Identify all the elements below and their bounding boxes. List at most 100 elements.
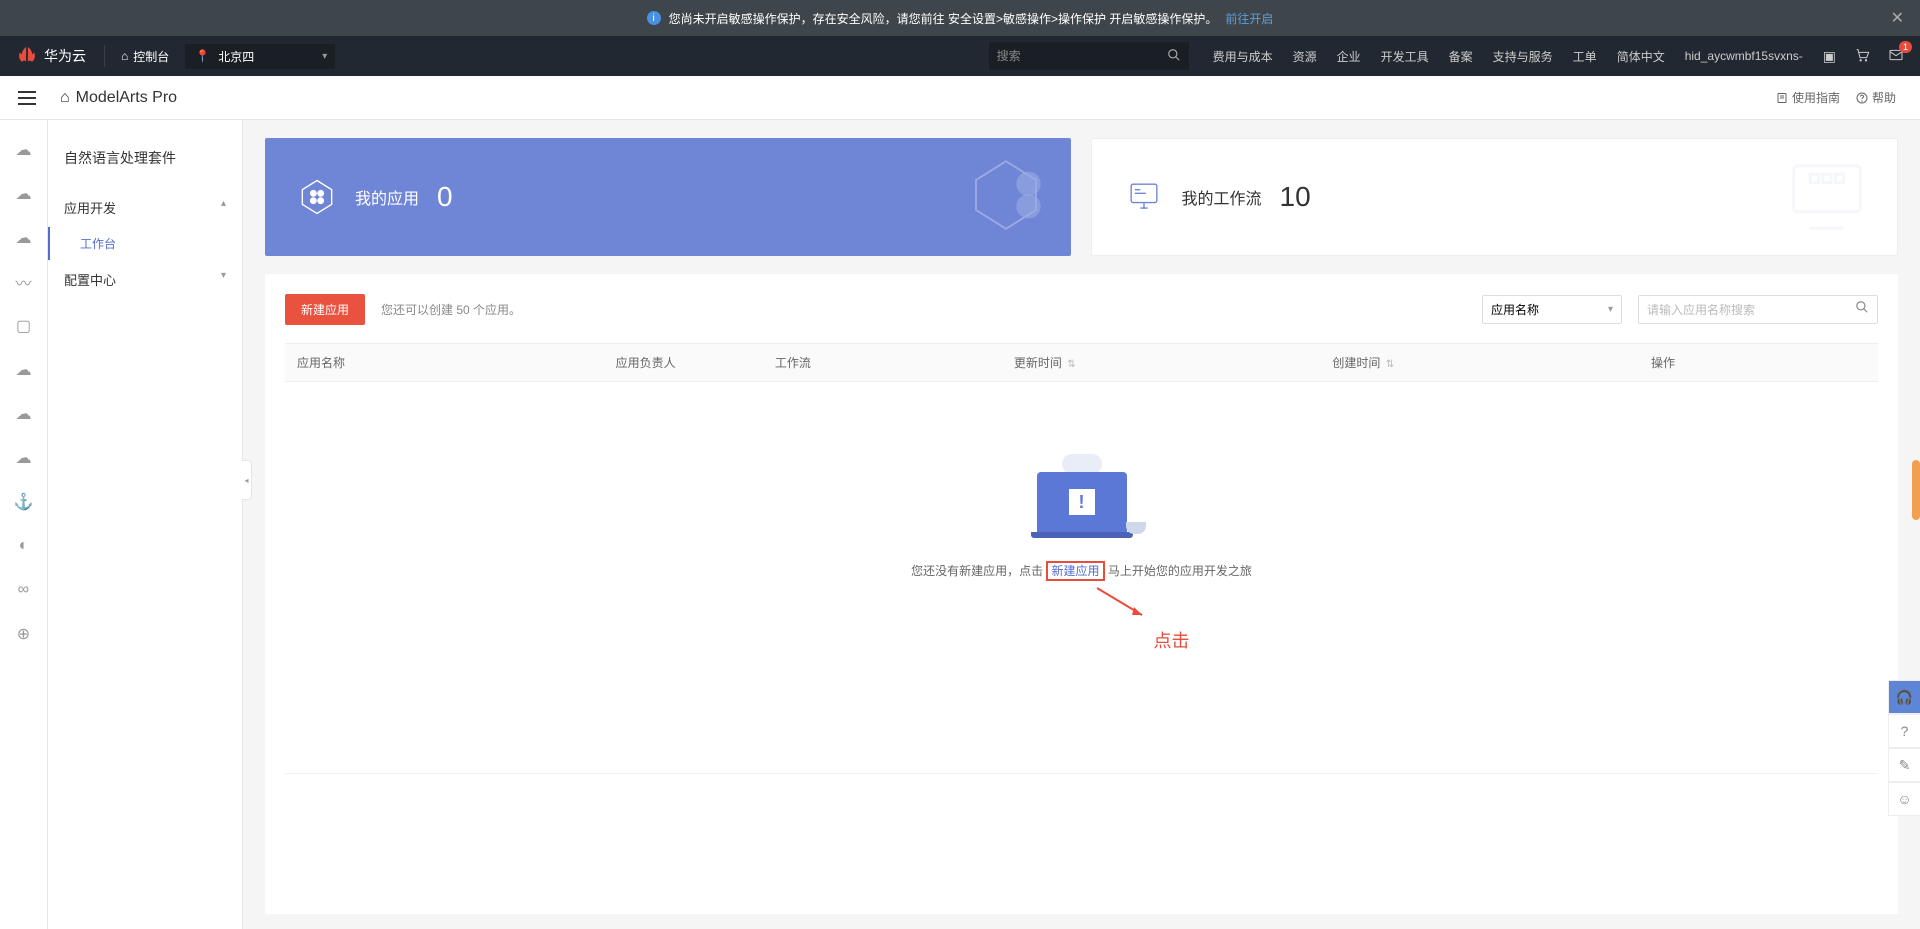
app-search-input[interactable] (1647, 303, 1855, 317)
qr-icon[interactable]: ▣ (1823, 48, 1836, 65)
empty-text-post: 马上开始您的应用开发之旅 (1108, 564, 1252, 578)
rail-icon-8[interactable]: ☁ (14, 448, 34, 468)
nav-link-ticket[interactable]: 工单 (1573, 48, 1597, 65)
sidebar-section-dev[interactable]: 应用开发 ▴ (48, 188, 242, 227)
guide-link[interactable]: 使用指南 (1776, 89, 1840, 106)
rail-icon-7[interactable]: ☁ (14, 404, 34, 424)
new-app-button[interactable]: 新建应用 (285, 294, 365, 325)
flows-icon (1122, 175, 1166, 219)
app-title-text: ModelArts Pro (76, 89, 177, 107)
col-ops[interactable]: 操作 (1639, 344, 1878, 381)
feedback-icon[interactable]: ✎ (1888, 748, 1920, 782)
annotation-arrow (1092, 583, 1152, 623)
sidebar-section-config[interactable]: 配置中心 ▾ (48, 260, 242, 299)
console-text: 控制台 (133, 48, 169, 65)
brand-logo[interactable]: 华为云 (16, 45, 105, 67)
rail-icon-6[interactable]: ☁ (14, 360, 34, 380)
console-link[interactable]: ⌂ 控制台 (105, 48, 185, 65)
nav-links: 费用与成本 资源 企业 开发工具 备案 支持与服务 工单 简体中文 hid_ay… (1213, 48, 1803, 65)
guide-icon (1776, 92, 1788, 104)
brand-text: 华为云 (44, 46, 86, 66)
nav-link-support[interactable]: 支持与服务 (1493, 48, 1553, 65)
home-icon: ⌂ (60, 89, 70, 107)
sidebar-title: 自然语言处理套件 (48, 136, 242, 188)
sort-icon: ⇅ (1386, 359, 1394, 370)
global-search[interactable] (989, 42, 1189, 70)
nav-user[interactable]: hid_aycwmbf15svxns- (1685, 49, 1803, 63)
top-nav: 华为云 ⌂ 控制台 📍 北京四 费用与成本 资源 企业 开发工具 备案 支持与服… (0, 36, 1920, 76)
nav-link-lang[interactable]: 简体中文 (1617, 48, 1665, 65)
stat-card-apps[interactable]: 我的应用 0 (265, 138, 1071, 256)
alert-text: 您尚未开启敏感操作保护，存在安全风险，请您前往 安全设置>敏感操作>操作保护 开… (669, 10, 1218, 27)
filter-select[interactable]: 应用名称 (1482, 295, 1622, 324)
col-created[interactable]: 创建时间 ⇅ (1320, 344, 1639, 381)
rail-icon-5[interactable]: ▢ (14, 316, 34, 336)
nav-link-devtools[interactable]: 开发工具 (1381, 48, 1429, 65)
apps-count: 0 (437, 181, 453, 213)
create-hint: 您还可以创建 50 个应用。 (381, 301, 521, 318)
nav-link-enterprise[interactable]: 企业 (1337, 48, 1361, 65)
chevron-down-icon: ▾ (221, 270, 226, 289)
apps-icon (295, 175, 339, 219)
rail-icon-9[interactable]: ⚓ (14, 492, 34, 512)
app-search[interactable] (1638, 295, 1878, 324)
apps-label: 我的应用 (355, 185, 419, 209)
rail-icon-12[interactable]: ⊕ (14, 624, 34, 644)
region-text: 北京四 (218, 48, 254, 65)
col-owner[interactable]: 应用负责人 (604, 344, 763, 381)
content-panel: 新建应用 您还可以创建 50 个应用。 应用名称 应用名称 应用负责人 工作流 (265, 274, 1898, 914)
search-icon[interactable] (1855, 300, 1869, 319)
col-updated[interactable]: 更新时间 ⇅ (1002, 344, 1321, 381)
alert-link[interactable]: 前往开启 (1225, 10, 1273, 27)
rail-icon-4[interactable]: 〰 (14, 272, 34, 292)
huawei-icon (16, 45, 38, 67)
menu-icon[interactable] (14, 91, 40, 105)
rail-icon-1[interactable]: ☁ (14, 140, 34, 160)
headset-icon[interactable]: 🎧 (1888, 680, 1920, 714)
col-app-name[interactable]: 应用名称 (285, 344, 604, 381)
info-icon: i (647, 11, 661, 25)
annotation-label: 点击 (465, 627, 1878, 653)
app-title: ⌂ ModelArts Pro (60, 89, 177, 107)
cart-icon[interactable] (1854, 47, 1870, 66)
mail-icon-wrap[interactable]: 1 (1888, 47, 1904, 66)
empty-text-pre: 您还没有新建应用，点击 (911, 564, 1043, 578)
deco-icon (1777, 145, 1877, 250)
sidebar-collapse[interactable]: ◂ (242, 460, 252, 500)
help-icon (1856, 92, 1868, 104)
table-header: 应用名称 应用负责人 工作流 更新时间 ⇅ 创建时间 ⇅ 操作 (285, 343, 1878, 382)
smile-icon[interactable]: ☺ (1888, 782, 1920, 816)
right-float-rail: 🎧 ? ✎ ☺ (1888, 680, 1920, 816)
search-input[interactable] (997, 49, 1181, 63)
nav-link-resource[interactable]: 资源 (1293, 48, 1317, 65)
stat-card-flows[interactable]: 我的工作流 10 (1091, 138, 1899, 256)
flows-count: 10 (1280, 181, 1311, 213)
sidebar-item-workbench[interactable]: 工作台 (48, 227, 242, 260)
flows-label: 我的工作流 (1182, 185, 1262, 209)
help-link[interactable]: 帮助 (1856, 89, 1896, 106)
deco-icon (961, 150, 1051, 245)
close-icon[interactable]: ✕ (1891, 8, 1904, 28)
separator (285, 773, 1878, 774)
empty-new-app-link[interactable]: 新建应用 (1046, 561, 1104, 581)
question-icon[interactable]: ? (1888, 714, 1920, 748)
subheader: ⌂ ModelArts Pro 使用指南 帮助 (0, 76, 1920, 120)
scroll-indicator[interactable] (1912, 460, 1920, 520)
home-icon: ⌂ (121, 49, 128, 63)
region-selector[interactable]: 📍 北京四 (185, 44, 335, 69)
empty-state: ! 您还没有新建应用，点击 新建应用 马上开始您的应用开发之旅 点击 (285, 382, 1878, 693)
rail-icon-11[interactable]: ∞ (14, 580, 34, 600)
empty-illustration: ! (1012, 442, 1152, 542)
location-icon: 📍 (195, 49, 210, 63)
icon-rail: ☁ ☁ ☁ 〰 ▢ ☁ ☁ ☁ ⚓ ◐ ∞ ⊕ (0, 120, 48, 929)
rail-icon-2[interactable]: ☁ (14, 184, 34, 204)
rail-icon-10[interactable]: ◐ (14, 536, 34, 556)
chevron-up-icon: ▴ (221, 198, 226, 217)
nav-link-beian[interactable]: 备案 (1449, 48, 1473, 65)
nav-link-cost[interactable]: 费用与成本 (1213, 48, 1273, 65)
sidebar: 自然语言处理套件 应用开发 ▴ 工作台 配置中心 ▾ ◂ (48, 120, 243, 929)
rail-icon-3[interactable]: ☁ (14, 228, 34, 248)
col-flow[interactable]: 工作流 (763, 344, 1002, 381)
mail-badge: 1 (1899, 41, 1912, 53)
search-icon[interactable] (1167, 48, 1181, 65)
